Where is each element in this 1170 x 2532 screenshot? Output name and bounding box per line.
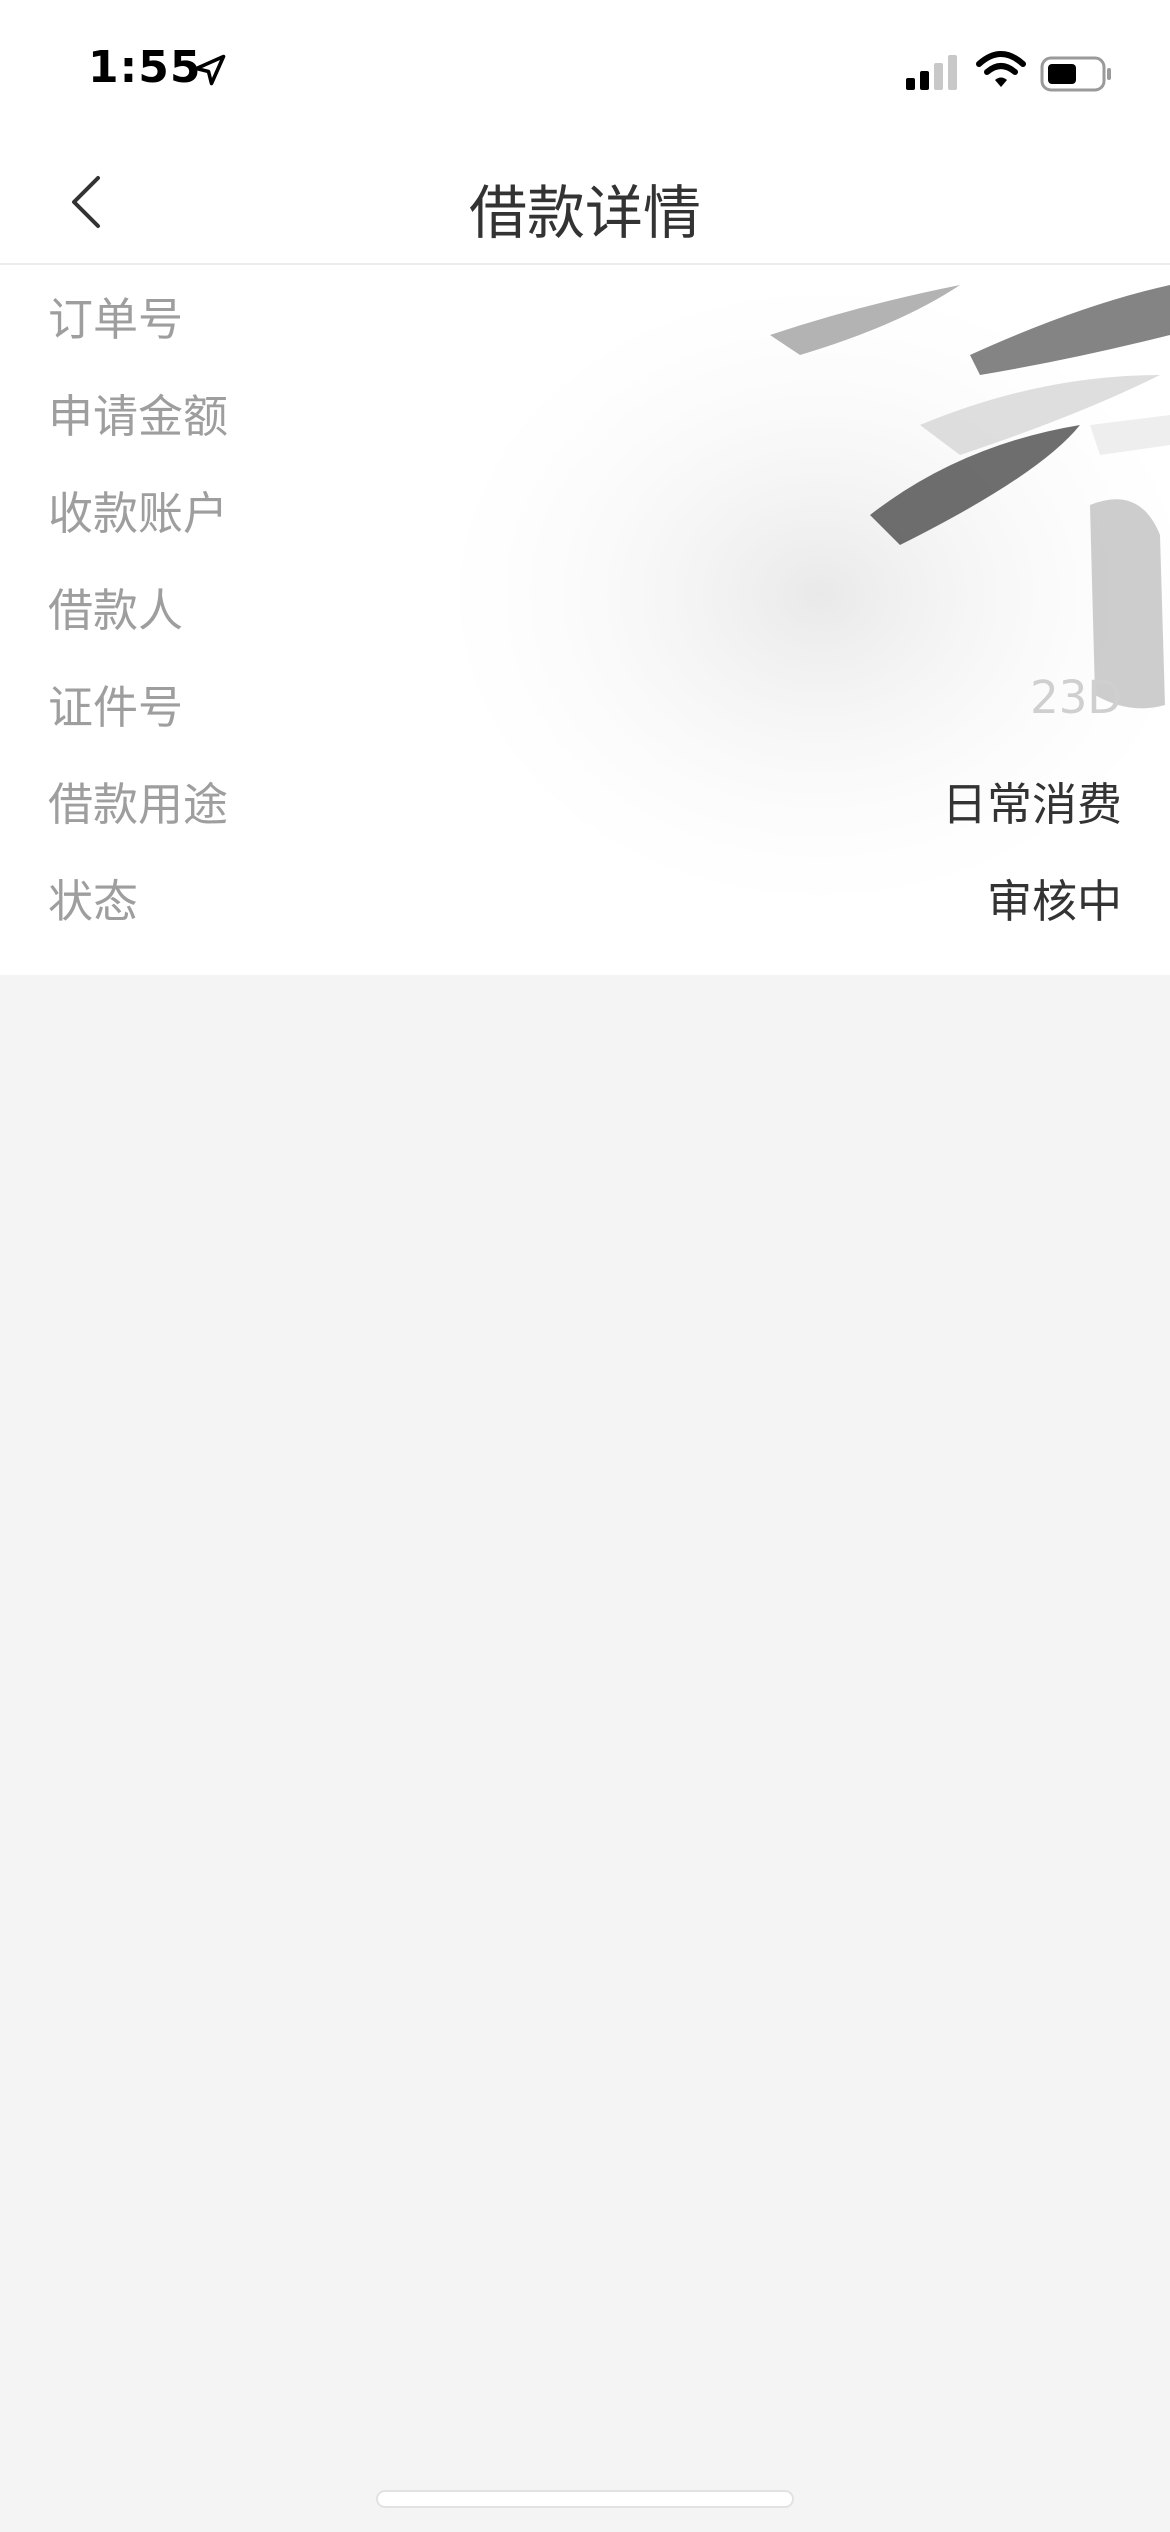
detail-row-id-number: 证件号 23D <box>0 653 1170 749</box>
wifi-icon <box>976 51 1026 87</box>
signal-icon <box>906 55 957 90</box>
detail-row-status: 状态 审核中 <box>0 847 1170 943</box>
home-indicator[interactable] <box>376 2490 794 2508</box>
detail-row-apply-amount: 申请金额 <box>0 362 1170 458</box>
location-arrow-icon <box>194 54 226 86</box>
detail-label: 订单号 <box>48 293 184 346</box>
status-value: 审核中 <box>986 875 1122 928</box>
detail-row-order-number: 订单号 <box>0 265 1170 361</box>
status-bar: 1:55 <box>0 0 1170 140</box>
detail-label: 证件号 <box>48 681 184 734</box>
detail-value: 23D <box>1030 671 1122 724</box>
detail-value: 日常消费 <box>941 778 1122 831</box>
detail-label: 借款人 <box>48 584 184 637</box>
page-title: 借款详情 <box>468 179 701 247</box>
detail-row-receiving-account: 收款账户 <box>0 459 1170 555</box>
status-time: 1:55 <box>88 42 202 93</box>
detail-label: 状态 <box>48 875 139 928</box>
detail-row-borrower: 借款人 <box>0 556 1170 652</box>
battery-icon <box>1040 56 1111 92</box>
detail-label: 借款用途 <box>48 778 229 831</box>
loan-detail-card: 订单号 申请金额 收款账户 借款人 证件号 23D 借款用途 日常消费 状态 审… <box>0 265 1170 975</box>
detail-row-loan-purpose: 借款用途 日常消费 <box>0 750 1170 846</box>
detail-label: 申请金额 <box>48 390 229 443</box>
nav-bar: 借款详情 <box>0 140 1170 265</box>
detail-label: 收款账户 <box>48 487 229 540</box>
